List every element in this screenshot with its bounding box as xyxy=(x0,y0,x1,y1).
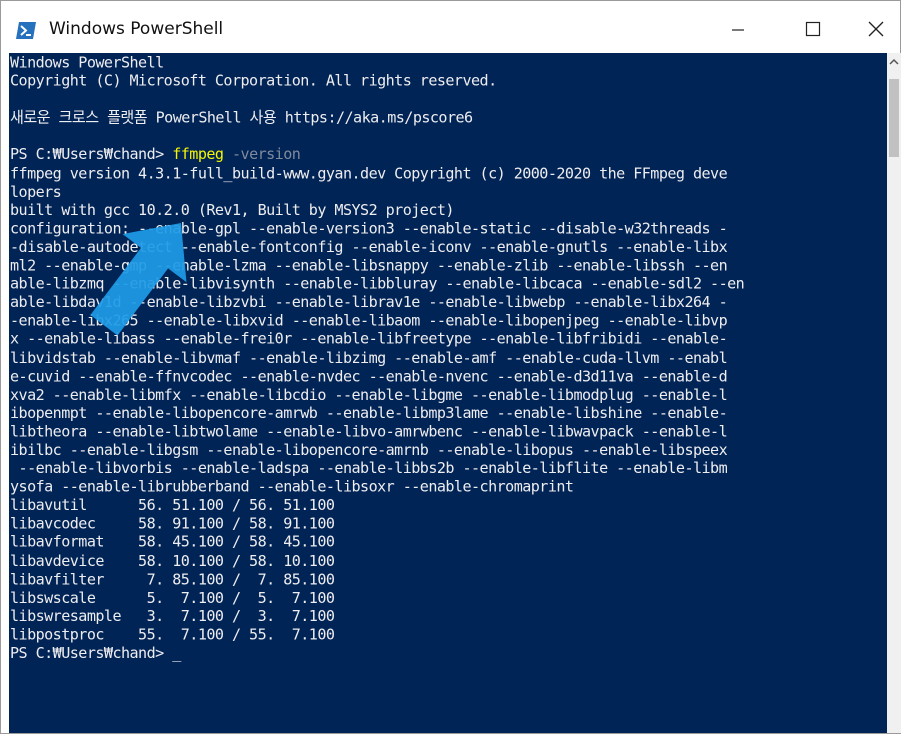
console-text: Windows PowerShell Copyright (C) Microso… xyxy=(9,53,887,662)
console-line: e-cuvid --enable-ffnvcodec --enable-nvde… xyxy=(10,366,728,386)
console-line: ml2 --enable-gmp --enable-lzma --enable-… xyxy=(10,256,728,275)
console-line: x --enable-libass --enable-frei0r --enab… xyxy=(10,329,728,349)
close-icon xyxy=(868,21,884,37)
maximize-icon xyxy=(805,21,821,37)
command-parameter: -version xyxy=(223,145,301,164)
title-bar[interactable]: Windows PowerShell xyxy=(1,1,900,53)
lib-version-line: libavfilter 7. 85.100 / 7. 85.100 xyxy=(10,569,335,589)
vertical-scrollbar[interactable] xyxy=(887,53,901,733)
console-line: -enable-libx265 --enable-libxvid --enabl… xyxy=(10,311,728,330)
lib-version-line: libswresample 3. 7.100 / 3. 7.100 xyxy=(10,606,335,626)
prompt: PS C:₩Users₩chand> xyxy=(10,643,173,662)
console-line: Copyright (C) Microsoft Corporation. All… xyxy=(10,71,497,90)
scroll-up-button[interactable] xyxy=(887,55,901,69)
console-line: built with gcc 10.2.0 (Rev1, Built by MS… xyxy=(10,200,454,220)
console-line: libvidstab --enable-libvmaf --enable-lib… xyxy=(10,348,728,367)
window-title: Windows PowerShell xyxy=(49,19,224,39)
lib-version-line: libavdevice 58. 10.100 / 58. 10.100 xyxy=(10,551,335,570)
maximize-button[interactable] xyxy=(790,9,836,49)
minimize-icon xyxy=(732,29,744,31)
console-line: lopers xyxy=(10,182,62,201)
console-line: able-libdav1d --enable-libzvbi --enable-… xyxy=(10,292,728,312)
console-line: --enable-libvorbis --enable-ladspa --ena… xyxy=(10,459,728,478)
console-line: Windows PowerShell xyxy=(10,53,164,72)
console-line: ffmpeg version 4.3.1-full_build-www.gyan… xyxy=(10,163,728,183)
console-line: xva2 --enable-libmfx --enable-libcdio --… xyxy=(10,385,728,404)
command-text: ffmpeg xyxy=(172,145,224,164)
console-line: ysofa --enable-librubberband --enable-li… xyxy=(10,477,574,496)
prompt: PS C:₩Users₩chand> xyxy=(10,145,173,164)
cursor: _ xyxy=(172,643,181,662)
lib-version-line: libavformat 58. 45.100 / 58. 45.100 xyxy=(10,532,335,552)
console-line: 새로운 크로스 플랫폼 PowerShell 사용 https://aka.ms… xyxy=(10,108,473,127)
console-line: libtheora --enable-libtwolame --enable-l… xyxy=(10,422,728,441)
console-line: ibilbc --enable-libgsm --enable-libopenc… xyxy=(10,440,728,459)
lib-version-line: libpostproc 55. 7.100 / 55. 7.100 xyxy=(10,625,335,644)
console-line: able-libzmq --enable-libvisynth --enable… xyxy=(10,274,745,293)
close-button[interactable] xyxy=(853,9,899,49)
console-line: -disable-autodetect --enable-fontconfig … xyxy=(10,237,728,256)
minimize-button[interactable] xyxy=(715,9,761,49)
lib-version-line: libavutil 56. 51.100 / 56. 51.100 xyxy=(10,495,335,515)
console-output[interactable]: Windows PowerShell Copyright (C) Microso… xyxy=(9,53,887,733)
lib-version-line: libswscale 5. 7.100 / 5. 7.100 xyxy=(10,588,335,607)
console-line: configuration: --enable-gpl --enable-ver… xyxy=(10,219,728,238)
powershell-icon xyxy=(16,22,36,39)
console-line: ibopenmpt --enable-libopencore-amrwb --e… xyxy=(10,403,728,423)
scroll-thumb[interactable] xyxy=(889,79,899,157)
powershell-window: Windows PowerShell Windows PowerShell Co… xyxy=(0,0,901,734)
lib-version-line: libavcodec 58. 91.100 / 58. 91.100 xyxy=(10,514,335,533)
chevron-up-icon xyxy=(889,58,899,65)
